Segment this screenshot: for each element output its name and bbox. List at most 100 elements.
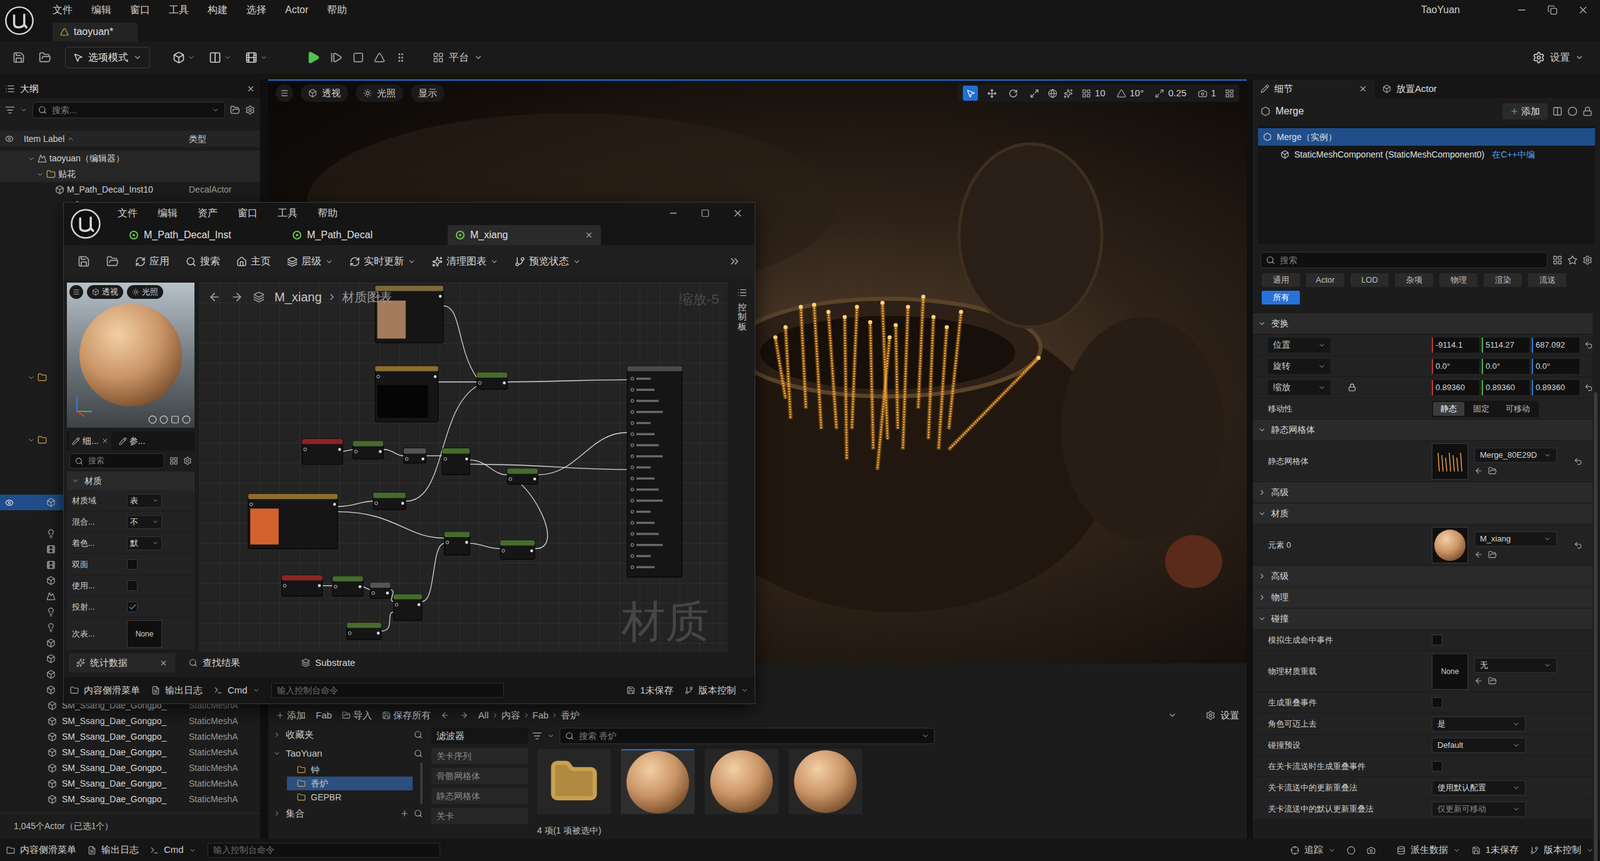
reset-icon[interactable] [1584, 383, 1594, 393]
blueprint-icon[interactable] [1552, 106, 1563, 117]
record-icon[interactable] [1346, 845, 1356, 855]
graph-node[interactable] [347, 622, 382, 640]
layout-icon[interactable] [1224, 88, 1235, 99]
editor-toolbar-button[interactable]: 层级 [286, 253, 334, 269]
content-toolbar-button[interactable]: Fab [315, 708, 333, 723]
filter-chip[interactable]: 骨骼网格体 [431, 767, 529, 785]
graph-node[interactable] [248, 493, 338, 549]
menu-item[interactable]: 工具 [277, 205, 298, 221]
forward-icon[interactable] [230, 290, 244, 304]
outliner-row[interactable]: SM_Ssang_Dae_Gongpo_StaticMeshA [0, 744, 261, 761]
play-icon[interactable] [306, 50, 321, 65]
favorites-icon[interactable] [1567, 255, 1578, 266]
mobility-option[interactable]: 可移动 [1498, 402, 1538, 416]
vector-field[interactable]: 0.89360 [1481, 380, 1530, 396]
more-tools-icon[interactable] [728, 255, 741, 268]
asset-dropdown[interactable]: 无 [1474, 657, 1557, 673]
maximize-icon[interactable] [700, 208, 710, 218]
asset-tab[interactable]: M_Path_Decal_Inst [121, 225, 275, 246]
vector-field[interactable]: 0.89360 [1531, 380, 1580, 396]
chevron-down-icon[interactable] [1167, 710, 1177, 720]
property-dropdown[interactable]: 表 [126, 493, 162, 508]
menu-item[interactable]: 文件 [117, 205, 138, 221]
output-log-button[interactable]: 输出日志 [151, 683, 203, 698]
detail-tab[interactable]: 参... [116, 431, 149, 451]
filter-tab[interactable]: 所有 [1261, 290, 1300, 305]
output-log-button[interactable]: 输出日志 [87, 842, 139, 858]
graph-node[interactable] [301, 438, 343, 465]
unreal-logo-icon[interactable] [4, 5, 35, 36]
content-settings[interactable]: 设置 [1205, 708, 1240, 723]
close-icon[interactable] [101, 437, 109, 445]
column-header[interactable]: 类型 [188, 132, 207, 146]
outliner-row[interactable]: SM_Ssang_Dae_Gongpo_StaticMeshA [0, 729, 261, 745]
details-search[interactable]: 搜索 [1260, 251, 1548, 269]
graph-node[interactable] [477, 372, 508, 390]
details-section[interactable]: 材质 [1252, 503, 1593, 525]
filter-chip[interactable]: 静态网格体 [431, 787, 529, 805]
eject-icon[interactable] [373, 51, 386, 64]
property-matrix-icon[interactable] [1552, 255, 1563, 266]
help-icon[interactable] [1567, 106, 1578, 117]
minimize-icon[interactable] [1516, 4, 1528, 16]
checkbox[interactable] [1431, 697, 1443, 708]
transform-mode-dropdown[interactable]: 位置 [1267, 337, 1331, 353]
content-toolbar-button[interactable]: 添加 [275, 708, 306, 723]
outliner-search[interactable]: 搜索... [32, 101, 226, 119]
editor-toolbar-button[interactable]: 应用 [135, 253, 170, 269]
graph-node[interactable] [500, 540, 535, 559]
transform-mode-dropdown[interactable]: 缩放 [1267, 380, 1331, 396]
path-segment[interactable]: 香炉 [560, 708, 580, 723]
menu-item[interactable]: 帮助 [317, 205, 338, 221]
vector-field[interactable]: 687.092 [1531, 337, 1580, 353]
menu-item[interactable]: 窗口 [130, 2, 151, 18]
source-control-button[interactable]: 版本控制 [684, 683, 749, 698]
asset-dropdown[interactable]: Merge_80E29D [1474, 447, 1557, 463]
column-header[interactable]: Item Label [23, 132, 65, 146]
back-icon[interactable] [208, 290, 221, 304]
asset-thumbnail[interactable] [1431, 527, 1469, 564]
property-dropdown[interactable]: 默 [126, 536, 162, 551]
unsaved-button[interactable]: 1未保存 [1471, 842, 1519, 858]
close-icon[interactable] [1358, 84, 1368, 94]
trace-button[interactable]: 追踪 [1290, 842, 1336, 858]
checkbox[interactable] [126, 601, 138, 613]
vector-field[interactable]: 0.0° [1481, 358, 1530, 374]
asset-tab[interactable]: M_xiang [447, 225, 601, 246]
checkbox[interactable] [126, 580, 138, 591]
menu-item[interactable]: 选择 [246, 2, 267, 18]
add-actor-icon[interactable] [172, 51, 186, 64]
viewport-menu-icon[interactable] [280, 88, 289, 98]
property-dropdown[interactable]: 不 [126, 515, 162, 529]
details-section[interactable]: 物理 [1252, 587, 1593, 609]
filter-tab[interactable]: 通用 [1261, 273, 1300, 287]
snap-setting[interactable]: 10 [1079, 86, 1108, 101]
outliner-tab[interactable]: 大纲 [20, 81, 39, 97]
close-icon[interactable] [584, 230, 594, 240]
filter-icon[interactable] [532, 730, 543, 741]
asset-tile[interactable] [704, 749, 779, 815]
mobility-option[interactable]: 静态 [1433, 402, 1465, 416]
asset-tile[interactable] [620, 749, 695, 815]
forward-icon[interactable] [459, 710, 469, 720]
graph-node[interactable] [373, 492, 406, 510]
outliner-row[interactable]: SM_Ssang_Dae_Gongpo_StaticMeshA [0, 713, 261, 730]
transform-tool[interactable] [1005, 85, 1021, 101]
menu-item[interactable]: 编辑 [157, 205, 178, 221]
browse-icon[interactable] [38, 51, 52, 64]
graph-node[interactable] [281, 575, 323, 597]
asset-dropdown[interactable]: M_xiang [1474, 531, 1557, 547]
transform-mode-dropdown[interactable]: 旋转 [1267, 358, 1331, 374]
filter-chip[interactable]: 关卡 [431, 807, 529, 825]
ddc-button[interactable]: 派生数据 [1396, 842, 1461, 858]
graph-node[interactable] [444, 532, 471, 556]
details-scrollbar[interactable] [1593, 392, 1598, 861]
save-icon[interactable] [12, 51, 26, 64]
surface-snap-icon[interactable] [1063, 88, 1073, 99]
property-matrix-icon[interactable] [169, 456, 179, 466]
asset-thumbnail[interactable] [1431, 443, 1469, 480]
close-icon[interactable] [159, 659, 168, 668]
browse-asset-icon[interactable] [1488, 676, 1497, 686]
content-drawer-button[interactable]: 内容侧滑菜单 [70, 683, 141, 698]
bottom-tab[interactable]: 统计数据 [68, 653, 176, 673]
